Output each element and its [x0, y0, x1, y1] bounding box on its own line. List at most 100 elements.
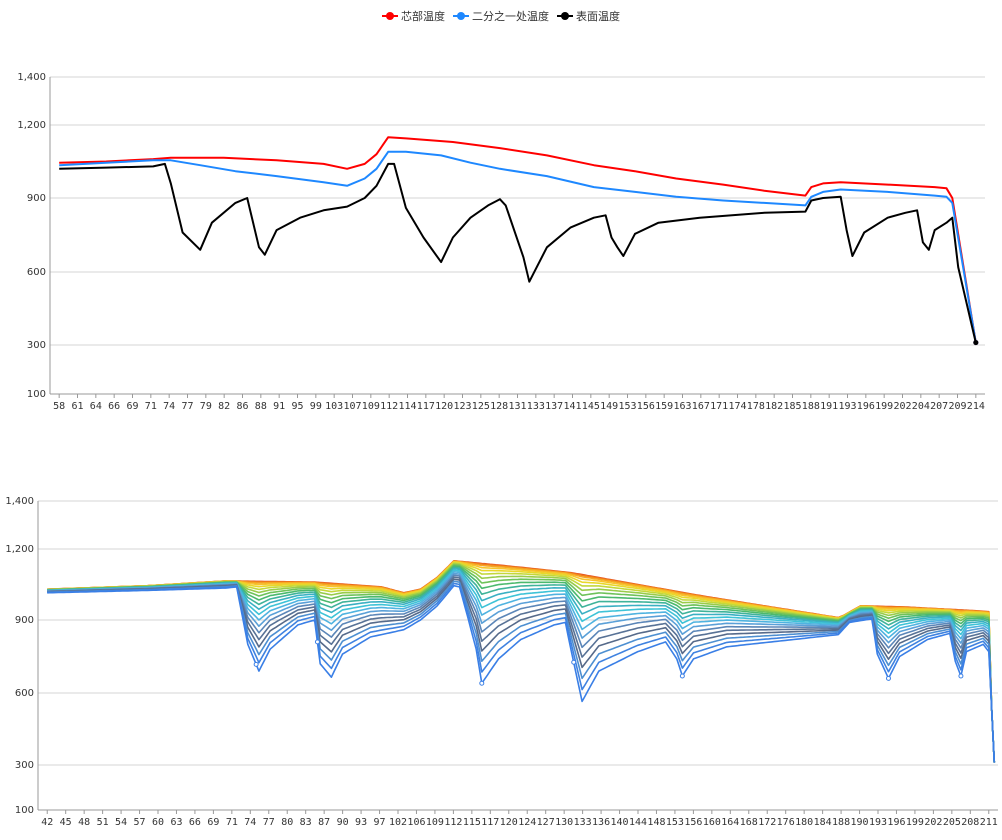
- fan-point-marker-2[interactable]: [479, 680, 485, 686]
- bottom-chart-x-tick-label: 54: [115, 817, 127, 828]
- bottom-chart-x-tick-label: 156: [684, 817, 702, 828]
- bottom-chart-x-tick-label: 83: [300, 817, 312, 828]
- bottom-chart-x-tick-label: 71: [226, 817, 238, 828]
- bottom-chart-x-tick-label: 176: [777, 817, 795, 828]
- bottom-chart-x-tick-label: 60: [152, 817, 164, 828]
- top-chart-x-tick-label: 133: [527, 401, 545, 412]
- bottom-chart-x-tick-label: 51: [97, 817, 109, 828]
- fan-series-line-12[interactable]: [47, 570, 996, 763]
- bottom-chart-x-tick-label: 184: [814, 817, 832, 828]
- bottom-chart-x-tick-label: 120: [500, 817, 518, 828]
- top-chart-x-tick-label: 131: [508, 401, 526, 412]
- top-chart-x-tick-label: 77: [181, 401, 193, 412]
- bottom-chart-x-tick-label: 190: [851, 817, 869, 828]
- top-chart-x-tick-label: 145: [582, 401, 600, 412]
- top-chart-x-tick-label: 159: [655, 401, 673, 412]
- fan-series-line-4[interactable]: [47, 561, 996, 763]
- top-chart-x-tick-label: 120: [435, 401, 453, 412]
- bottom-chart-x-tick-label: 199: [906, 817, 924, 828]
- top-chart-x-tick-label: 103: [325, 401, 343, 412]
- bottom-chart-y-tick-label: 600: [15, 688, 34, 699]
- top-chart-x-tick-label: 128: [490, 401, 508, 412]
- fan-point-marker-1[interactable]: [314, 639, 320, 645]
- top-chart-x-tick-label: 193: [838, 401, 856, 412]
- bottom-chart-x-tick-label: 205: [943, 817, 961, 828]
- fan-series-line-8[interactable]: [47, 565, 996, 763]
- top-chart-x-tick-label: 88: [255, 401, 267, 412]
- bottom-chart-x-tick-label: 140: [611, 817, 629, 828]
- fan-series-line-1[interactable]: [47, 560, 996, 763]
- bottom-chart-x-tick-label: 106: [407, 817, 425, 828]
- top-chart-x-tick-label: 196: [857, 401, 875, 412]
- fan-series-line-10[interactable]: [47, 567, 996, 763]
- bottom-chart-x-tick-label: 196: [887, 817, 905, 828]
- top-chart-x-tick-label: 171: [710, 401, 728, 412]
- top-chart-x-tick-label: 112: [380, 401, 398, 412]
- top-chart-x-tick-label: 149: [600, 401, 618, 412]
- top-chart-x-tick-label: 182: [765, 401, 783, 412]
- top-chart-x-tick-label: 188: [802, 401, 820, 412]
- bottom-chart-x-tick-label: 188: [832, 817, 850, 828]
- top-chart-x-tick-label: 167: [692, 401, 710, 412]
- fan-series-line-16[interactable]: [47, 578, 996, 763]
- bottom-chart-x-tick-label: 153: [666, 817, 684, 828]
- fan-series-line-15[interactable]: [47, 576, 996, 763]
- bottom-chart-x-tick-label: 57: [134, 817, 146, 828]
- top-chart-x-tick-label: 79: [200, 401, 212, 412]
- bottom-chart-x-tick-label: 168: [740, 817, 758, 828]
- bottom-chart-x-tick-label: 160: [703, 817, 721, 828]
- fan-point-marker-4[interactable]: [679, 673, 685, 679]
- top-chart-x-tick-label: 114: [398, 401, 416, 412]
- top-chart-x-tick-label: 191: [820, 401, 838, 412]
- top-chart-x-tick-label: 125: [472, 401, 490, 412]
- fan-series-line-9[interactable]: [47, 566, 996, 763]
- top-chart-x-tick-label: 141: [563, 401, 581, 412]
- top-chart-y-tick-label: 100: [27, 389, 46, 400]
- top-chart-x-tick-label: 66: [108, 401, 120, 412]
- bottom-chart-x-tick-label: 74: [244, 817, 256, 828]
- top-chart-x-tick-label: 199: [875, 401, 893, 412]
- fan-series-line-3[interactable]: [47, 560, 996, 763]
- top-chart-x-tick-label: 178: [747, 401, 765, 412]
- bottom-chart-x-tick-label: 133: [574, 817, 592, 828]
- bottom-chart-x-tick-label: 69: [207, 817, 219, 828]
- fan-point-marker-0[interactable]: [253, 661, 259, 667]
- bottom-chart-x-tick-label: 172: [758, 817, 776, 828]
- bottom-chart-x-tick-label: 112: [444, 817, 462, 828]
- bottom-chart-x-tick-label: 48: [78, 817, 90, 828]
- bottom-chart-x-tick-label: 87: [318, 817, 330, 828]
- fan-series-line-2[interactable]: [47, 560, 996, 763]
- bottom-chart-x-tick-label: 109: [426, 817, 444, 828]
- top-chart-x-tick-label: 82: [218, 401, 230, 412]
- fan-point-marker-3[interactable]: [571, 659, 577, 665]
- fan-series-line-5[interactable]: [47, 562, 996, 763]
- bottom-chart-x-tick-label: 130: [555, 817, 573, 828]
- series-endpoint-2[interactable]: [973, 340, 979, 346]
- bottom-chart-x-tick-label: 115: [463, 817, 481, 828]
- top-chart-x-tick-label: 117: [417, 401, 435, 412]
- bottom-chart-y-tick-label: 100: [15, 805, 34, 816]
- bottom-chart-y-tick-label: 1,400: [5, 496, 34, 507]
- top-chart-x-tick-label: 209: [948, 401, 966, 412]
- bottom-chart-x-tick-label: 144: [629, 817, 647, 828]
- top-chart-x-tick-label: 69: [126, 401, 138, 412]
- top-chart-x-tick-label: 204: [912, 401, 930, 412]
- top-chart-x-tick-label: 174: [728, 401, 746, 412]
- fan-point-marker-5[interactable]: [885, 675, 891, 681]
- top-chart-x-tick-label: 202: [893, 401, 911, 412]
- bottom-chart-x-tick-label: 102: [389, 817, 407, 828]
- top-chart-x-tick-label: 156: [637, 401, 655, 412]
- top-chart-x-tick-label: 214: [967, 401, 985, 412]
- fan-series-line-0[interactable]: [47, 560, 996, 763]
- bottom-chart-x-tick-label: 193: [869, 817, 887, 828]
- fan-series-line-13[interactable]: [47, 572, 996, 763]
- bottom-chart-x-tick-label: 127: [537, 817, 555, 828]
- top-chart-x-tick-label: 109: [362, 401, 380, 412]
- bottom-chart-x-tick-label: 80: [281, 817, 293, 828]
- top-chart-x-tick-label: 95: [291, 401, 303, 412]
- bottom-chart-x-tick-label: 180: [795, 817, 813, 828]
- fan-point-marker-6[interactable]: [958, 673, 964, 679]
- top-chart-x-tick-label: 91: [273, 401, 285, 412]
- bottom-chart-x-tick-label: 211: [980, 817, 998, 828]
- top-chart-x-tick-label: 86: [236, 401, 248, 412]
